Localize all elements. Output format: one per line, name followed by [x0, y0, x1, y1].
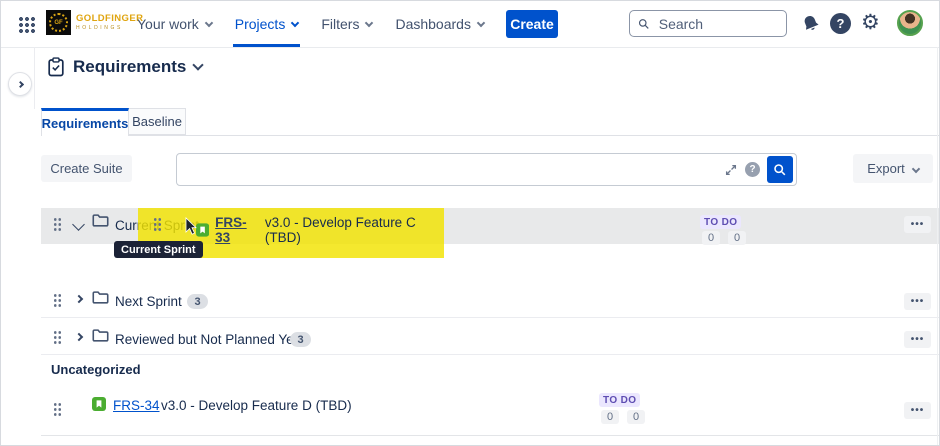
nav-menu: Your work Projects Filters Dashboards Mo…	[137, 1, 552, 47]
folder-label-next-sprint[interactable]: Next Sprint	[115, 294, 182, 309]
nav-item-projects[interactable]: Projects	[235, 1, 299, 47]
expand-search-icon[interactable]	[724, 163, 738, 177]
drag-handle-icon[interactable]	[53, 293, 62, 308]
more-options-button[interactable]: •••	[904, 293, 931, 310]
content-right-divider	[937, 47, 938, 446]
story-issue-icon	[92, 397, 106, 411]
issue-title: v3.0 - Develop Feature C (TBD)	[265, 215, 444, 245]
page-title-dropdown[interactable]: Requirements	[47, 57, 202, 77]
global-search[interactable]	[629, 10, 787, 37]
count-pill: 0	[601, 410, 619, 424]
requirements-clipboard-icon	[47, 57, 65, 77]
folder-icon	[92, 328, 109, 342]
count-pill: 0	[702, 231, 720, 245]
chevron-down-icon	[193, 59, 204, 70]
drag-handle-icon[interactable]	[53, 402, 62, 417]
global-search-input[interactable]	[657, 15, 778, 33]
app-switcher-icon[interactable]	[18, 16, 35, 33]
tab-baseline[interactable]: Baseline	[129, 108, 186, 135]
top-navigation-bar: GF GOLDFINGER HOLDINGS Your work Project…	[1, 1, 940, 48]
drag-handle-icon[interactable]	[53, 217, 62, 232]
search-icon	[638, 17, 650, 31]
logo-emblem: GF	[46, 10, 71, 35]
current-sprint-tooltip: Current Sprint	[114, 241, 203, 258]
section-label: Uncategorized	[51, 362, 141, 377]
user-avatar[interactable]	[897, 10, 923, 36]
drag-handle-icon[interactable]	[53, 330, 62, 345]
count-pill: 0	[627, 410, 645, 424]
export-button[interactable]: Export	[853, 154, 933, 183]
more-options-button[interactable]: •••	[904, 402, 931, 419]
logo-subtitle: HOLDINGS	[76, 26, 143, 31]
mouse-cursor-icon	[185, 217, 198, 236]
issue-title: v3.0 - Develop Feature D (TBD)	[161, 398, 352, 413]
issue-key-link[interactable]: FRS-34	[113, 398, 160, 413]
status-badge: TO DO	[700, 215, 741, 229]
logo-title: GOLDFINGER	[76, 14, 143, 24]
nav-item-filters[interactable]: Filters	[321, 1, 372, 47]
count-pill: 0	[728, 231, 746, 245]
more-options-button[interactable]: •••	[904, 331, 931, 348]
tabs-baseline-border	[41, 135, 940, 136]
settings-gear-icon[interactable]: ⚙	[861, 12, 880, 33]
tab-requirements[interactable]: Requirements	[41, 108, 129, 136]
expand-sidebar-button[interactable]	[8, 72, 32, 96]
nav-item-your-work[interactable]: Your work	[137, 1, 212, 47]
folder-icon	[92, 290, 109, 304]
status-badge: TO DO	[599, 393, 640, 407]
chevron-down-icon	[477, 18, 485, 26]
chevron-down-icon	[291, 18, 299, 26]
requirements-filter-field[interactable]: ?	[176, 153, 797, 186]
children-count-badge: 3	[290, 332, 311, 347]
chevron-down-icon	[365, 18, 373, 26]
create-button[interactable]: Create	[506, 10, 558, 38]
children-count-badge: 3	[187, 294, 208, 309]
issue-key-link[interactable]: FRS-33	[215, 215, 259, 245]
sidebar-divider	[34, 47, 35, 109]
chevron-down-icon	[205, 18, 213, 26]
chevron-right-icon	[16, 80, 23, 87]
chevron-down-icon	[912, 164, 920, 172]
dragged-issue[interactable]: FRS-33 v3.0 - Develop Feature C (TBD)	[196, 215, 444, 245]
folder-icon	[92, 213, 109, 227]
page-title: Requirements	[73, 57, 186, 77]
help-icon[interactable]: ?	[830, 13, 851, 34]
search-icon	[773, 163, 787, 177]
run-search-button[interactable]	[767, 156, 793, 183]
app-window: GF GOLDFINGER HOLDINGS Your work Project…	[0, 0, 940, 446]
filter-input[interactable]	[185, 161, 724, 179]
workspace-logo[interactable]: GF GOLDFINGER HOLDINGS	[46, 10, 143, 35]
drag-handle-icon[interactable]	[153, 217, 162, 232]
create-suite-button[interactable]: Create Suite	[41, 155, 132, 182]
notifications-bell-icon[interactable]	[801, 14, 821, 34]
more-options-button[interactable]: •••	[904, 216, 931, 233]
logo-monogram: GF	[49, 13, 68, 32]
syntax-help-icon[interactable]: ?	[745, 162, 760, 177]
section-uncategorized: Uncategorized	[41, 355, 940, 384]
nav-item-dashboards[interactable]: Dashboards	[395, 1, 484, 47]
folder-label-reviewed[interactable]: Reviewed but Not Planned Yet	[115, 332, 297, 347]
